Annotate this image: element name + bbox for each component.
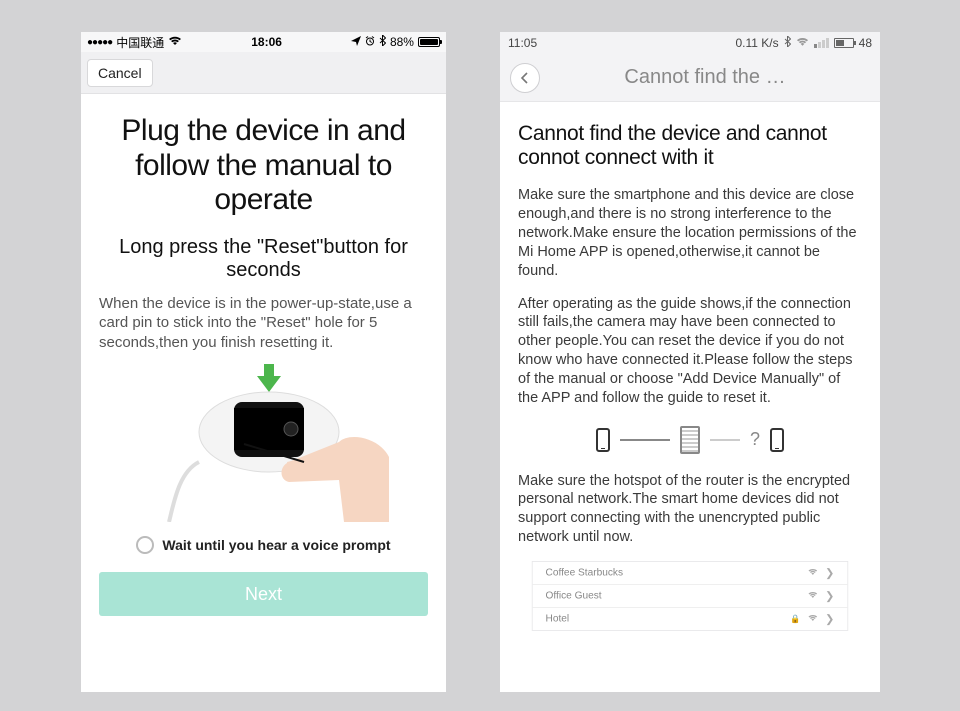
wifi-list: Coffee Starbucks ❯ Office Guest ❯ bbox=[532, 561, 848, 631]
carrier-label: 中国联通 bbox=[116, 34, 164, 51]
phone-icon bbox=[596, 428, 610, 452]
wifi-icon bbox=[796, 36, 809, 50]
bluetooth-icon bbox=[379, 35, 386, 49]
bluetooth-icon bbox=[784, 36, 791, 50]
nav-bar: Cancel bbox=[81, 52, 446, 94]
battery-icon bbox=[418, 37, 440, 47]
main-content: Plug the device in and follow the manual… bbox=[81, 94, 446, 692]
wifi-row[interactable]: Hotel 🔒 ❯ bbox=[533, 607, 848, 630]
wifi-name: Hotel bbox=[546, 613, 570, 624]
main-content: Cannot find the device and cannot connot… bbox=[500, 102, 880, 692]
wifi-name: Office Guest bbox=[546, 590, 602, 601]
radio-icon bbox=[136, 536, 154, 554]
battery-icon bbox=[834, 38, 854, 48]
device-icon bbox=[680, 426, 700, 454]
battery-fill bbox=[420, 39, 438, 45]
battery-pct: 88% bbox=[390, 35, 414, 49]
chevron-right-icon: ❯ bbox=[825, 566, 834, 579]
chevron-left-icon bbox=[520, 72, 530, 84]
help-paragraph-3: Make sure the hotspot of the router is t… bbox=[518, 472, 862, 547]
reset-illustration bbox=[139, 362, 389, 522]
wifi-icon bbox=[808, 591, 818, 601]
nav-bar: Cannot find the … bbox=[500, 54, 880, 102]
connection-diagram: ? bbox=[518, 426, 862, 454]
status-bar: ●●●●● 中国联通 18:06 88% bbox=[81, 32, 446, 52]
location-icon bbox=[351, 35, 361, 49]
screenshot-left: ●●●●● 中国联通 18:06 88% Cancel Plug the dev… bbox=[81, 32, 446, 692]
screenshot-right: 11:05 0.11 K/s 48 Cannot find the … Cann… bbox=[500, 32, 880, 692]
page-subtitle: Long press the "Reset"button for seconds bbox=[99, 236, 428, 282]
status-bar: 11:05 0.11 K/s 48 bbox=[500, 32, 880, 54]
page-title: Plug the device in and follow the manual… bbox=[99, 114, 428, 218]
back-button[interactable] bbox=[510, 63, 540, 93]
signal-dots-icon: ●●●●● bbox=[87, 37, 112, 48]
checkbox-label: Wait until you hear a voice prompt bbox=[162, 537, 390, 553]
help-paragraph-2: After operating as the guide shows,if th… bbox=[518, 295, 862, 408]
line-icon bbox=[710, 439, 740, 441]
signal-icon bbox=[814, 38, 829, 48]
voice-prompt-checkbox[interactable]: Wait until you hear a voice prompt bbox=[136, 536, 390, 554]
question-mark-icon: ? bbox=[750, 429, 760, 450]
clock: 18:06 bbox=[251, 35, 282, 49]
cancel-button[interactable]: Cancel bbox=[87, 59, 153, 87]
chevron-right-icon: ❯ bbox=[825, 612, 834, 625]
instruction-body: When the device is in the power-up-state… bbox=[99, 294, 428, 353]
chevron-right-icon: ❯ bbox=[825, 589, 834, 602]
phone-icon bbox=[770, 428, 784, 452]
alarm-icon bbox=[365, 35, 375, 49]
net-speed: 0.11 K/s bbox=[736, 36, 779, 50]
help-paragraph-1: Make sure the smartphone and this device… bbox=[518, 186, 862, 280]
next-button[interactable]: Next bbox=[99, 572, 428, 616]
wifi-row[interactable]: Coffee Starbucks ❯ bbox=[533, 562, 848, 584]
page-title: Cannot find the device and cannot connot… bbox=[518, 122, 862, 170]
nav-title: Cannot find the … bbox=[570, 66, 840, 89]
lock-icon: 🔒 bbox=[790, 614, 800, 624]
battery-pct: 48 bbox=[859, 36, 872, 50]
wifi-icon bbox=[808, 568, 818, 578]
wifi-icon bbox=[168, 35, 182, 49]
line-icon bbox=[620, 439, 670, 441]
wifi-row[interactable]: Office Guest ❯ bbox=[533, 584, 848, 607]
wifi-name: Coffee Starbucks bbox=[546, 567, 623, 578]
wifi-icon bbox=[808, 614, 818, 624]
clock: 11:05 bbox=[508, 36, 537, 50]
